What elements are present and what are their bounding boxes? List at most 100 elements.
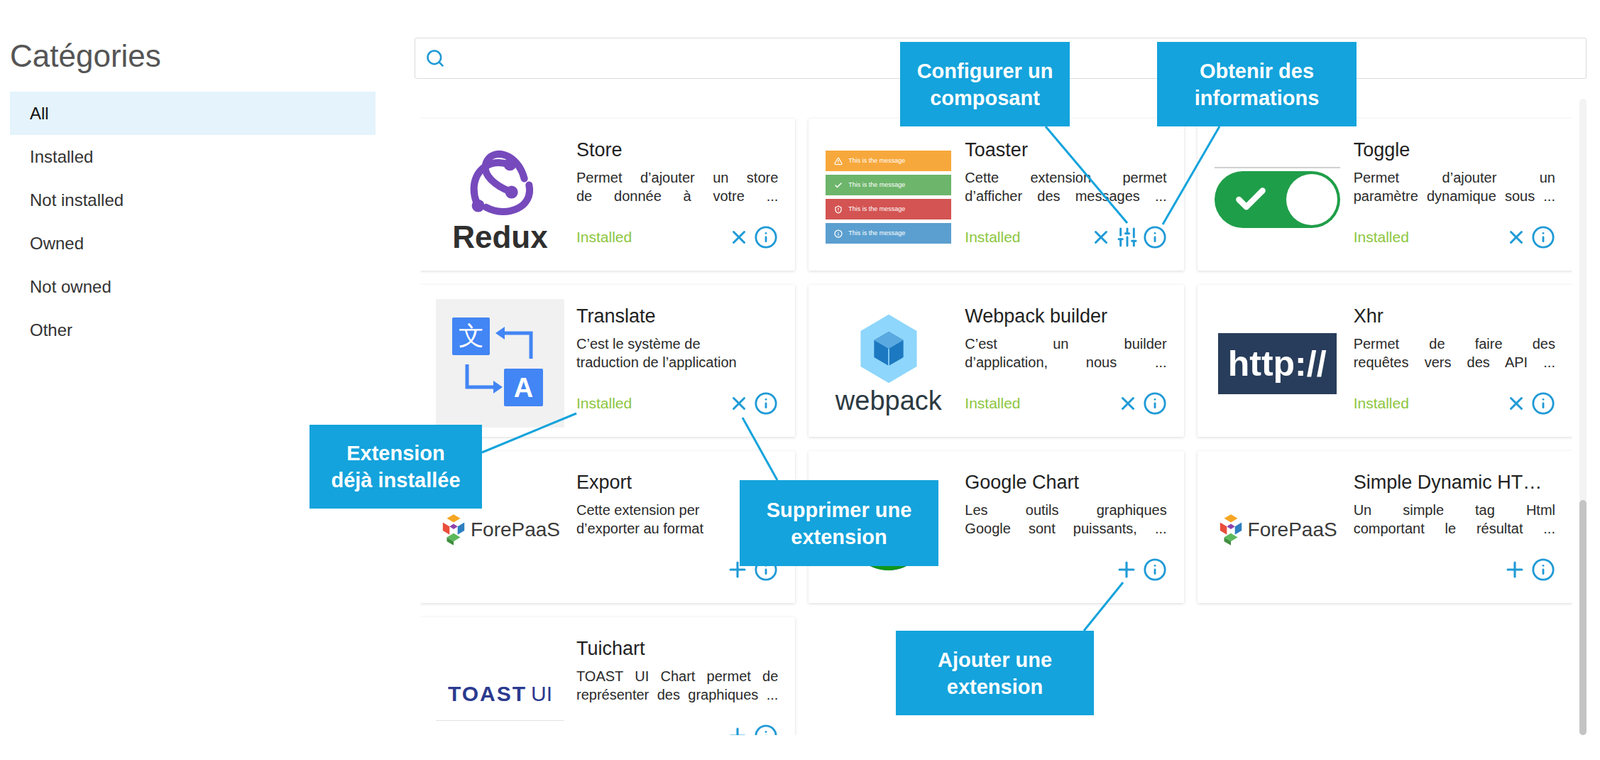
- info-icon[interactable]: [1142, 557, 1167, 582]
- toast-message: This is the message: [825, 222, 952, 244]
- info-icon[interactable]: [753, 723, 778, 735]
- svg-text:A: A: [513, 372, 534, 403]
- search-icon: [425, 48, 446, 69]
- translate-icon: 文A: [435, 298, 565, 428]
- info-icon[interactable]: [1531, 557, 1556, 582]
- toggle-logo: [1214, 166, 1341, 228]
- info-icon[interactable]: [1531, 225, 1556, 250]
- extension-card[interactable]: TOASTUI Tuichart TOAST UI Chart permet der…: [420, 616, 796, 735]
- scrollbar-thumb[interactable]: [1579, 499, 1587, 735]
- extension-card[interactable]: Toggle Permet d’ajouter unparamètre dynam…: [1197, 118, 1573, 271]
- callout-box: Obtenir desinformations: [1157, 41, 1357, 127]
- cubes-icon: [440, 512, 468, 547]
- sidebar-item[interactable]: Owned: [9, 221, 376, 265]
- remove-icon[interactable]: [728, 392, 750, 414]
- info-icon[interactable]: [1531, 391, 1556, 416]
- installed-status: Installed: [576, 225, 632, 249]
- extension-description: C’est le système detraduction de l’appli…: [576, 334, 778, 372]
- toaster-logo: This is the messageThis is the messageTh…: [825, 150, 952, 244]
- extension-actions: [1353, 557, 1556, 582]
- callout-box: Ajouter uneextension: [895, 630, 1094, 715]
- add-icon[interactable]: [1502, 557, 1527, 582]
- extension-logo: webpack: [824, 298, 953, 428]
- extension-card[interactable]: 文ATranslateC’est le système detraduction…: [420, 284, 796, 437]
- extension-actions: [576, 723, 778, 735]
- extension-actions: Installed: [1353, 391, 1556, 416]
- cubes-icon: [1217, 512, 1245, 547]
- svg-text:文: 文: [458, 320, 485, 350]
- remove-icon[interactable]: [1505, 392, 1527, 414]
- extension-description: Cette extension permetd’afficher des mes…: [964, 168, 1167, 206]
- callout-box: Supprimer uneextension: [739, 479, 939, 566]
- redux-atom-icon: [450, 141, 551, 222]
- add-icon[interactable]: [1114, 557, 1139, 582]
- cube-icon: [858, 313, 920, 385]
- info-icon[interactable]: [753, 391, 778, 416]
- extension-actions: Installed: [964, 225, 1167, 250]
- info-icon[interactable]: [1142, 391, 1167, 416]
- extension-actions: [964, 557, 1167, 582]
- extension-logo: [1213, 132, 1342, 262]
- webpack-logo: webpack: [835, 313, 942, 414]
- extension-logo: TOASTUI: [435, 631, 565, 735]
- callout-box: Extensiondéjà installée: [309, 424, 482, 509]
- extension-title: Toggle: [1353, 132, 1556, 162]
- extension-logo: http://: [1213, 298, 1342, 428]
- info-icon[interactable]: [753, 225, 778, 250]
- extension-card[interactable]: webpack Webpack builder C’est un builderd’…: [808, 284, 1184, 437]
- extension-title: Simple Dynamic HT…: [1353, 464, 1556, 494]
- extension-description: Permet d’ajouter unparamètre dynamique s…: [1353, 168, 1556, 206]
- callout-lines: [0, 0, 1600, 760]
- callout-box: Configurer uncomposant: [900, 41, 1070, 127]
- remove-icon[interactable]: [728, 226, 750, 248]
- scrollbar[interactable]: [1579, 98, 1587, 735]
- shield-icon: [834, 205, 843, 214]
- extension-description: Les outils graphiquesGoogle sont puissan…: [964, 500, 1167, 538]
- extensions-page: CatégoriesAllInstalledNot installedOwned…: [0, 0, 1600, 760]
- toast-message: This is the message: [825, 198, 952, 220]
- extension-card[interactable]: Redux Store Permet d’ajouter un storede do…: [420, 118, 796, 271]
- configure-icon[interactable]: [1115, 225, 1139, 249]
- extension-description: TOAST UI Chart permet dereprésenter des …: [576, 666, 778, 704]
- redux-wordmark: Redux: [452, 221, 548, 253]
- info-icon[interactable]: [1142, 225, 1167, 250]
- info-icon: [834, 229, 843, 238]
- extension-actions: Installed: [576, 391, 778, 416]
- redux-logo: Redux: [450, 141, 551, 253]
- extension-title: Toaster: [964, 132, 1167, 162]
- extension-title: Webpack builder: [964, 298, 1167, 328]
- extension-title: Xhr: [1353, 298, 1556, 328]
- warning-icon: [834, 156, 843, 166]
- installed-status: Installed: [1353, 225, 1410, 249]
- toggle-switch: [1214, 171, 1341, 228]
- extension-logo: 文A: [435, 298, 565, 428]
- extension-description: Permet de faire desrequêtes vers des API…: [1353, 334, 1556, 372]
- sidebar-item[interactable]: Not owned: [9, 264, 376, 309]
- extension-title: Store: [576, 132, 778, 162]
- extension-card[interactable]: This is the messageThis is the messageTh…: [808, 118, 1184, 271]
- extension-card[interactable]: http:// Xhr Permet de faire desrequêtes ve…: [1197, 284, 1573, 437]
- sidebar-item[interactable]: Not installed: [9, 178, 376, 222]
- remove-icon[interactable]: [1117, 392, 1139, 414]
- toast-message: This is the message: [825, 174, 952, 196]
- extension-actions: Installed: [576, 225, 778, 250]
- toastui-logo: TOASTUI: [435, 670, 565, 721]
- extension-logo: This is the messageThis is the messageTh…: [824, 132, 953, 262]
- extension-actions: Installed: [1353, 225, 1556, 250]
- extension-title: Tuichart: [576, 631, 778, 660]
- extension-card[interactable]: ForePaaSSimple Dynamic HT…Un simple tag …: [1197, 450, 1573, 603]
- categories-sidebar: CatégoriesAllInstalledNot installedOwned…: [9, 0, 376, 760]
- sidebar-list: AllInstalledNot installedOwnedNot ownedO…: [9, 91, 376, 352]
- forepaas-logo: ForePaaS: [1217, 512, 1338, 547]
- extension-logo: Redux: [435, 132, 565, 262]
- extension-logo: ForePaaS: [1213, 464, 1342, 594]
- remove-icon[interactable]: [1090, 226, 1112, 248]
- add-icon[interactable]: [725, 723, 750, 735]
- sidebar-item[interactable]: Other: [9, 308, 376, 352]
- remove-icon[interactable]: [1505, 226, 1527, 248]
- extension-description: C’est un builderd’application, nous ...: [964, 334, 1167, 372]
- sidebar-item[interactable]: All: [9, 91, 376, 135]
- sidebar-item[interactable]: Installed: [9, 134, 376, 179]
- extension-description: Permet d’ajouter un storede donnée à vot…: [576, 168, 778, 206]
- toast-message: This is the message: [825, 150, 952, 172]
